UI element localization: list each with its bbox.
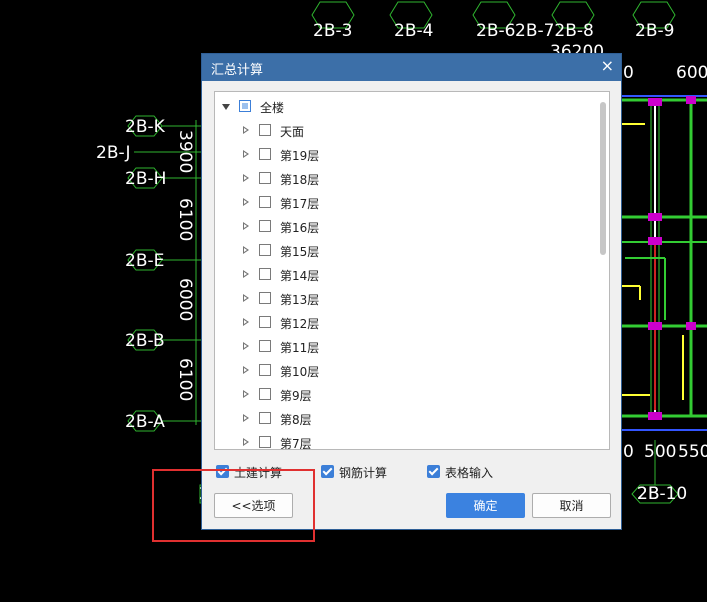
cad-label-2b-7-8: 2B-72B-8: [515, 21, 594, 41]
cad-bottom-dim-c: 550: [678, 442, 707, 462]
floor-checkbox[interactable]: [259, 220, 271, 232]
tree-item[interactable]: 第9层: [215, 384, 595, 408]
cad-label-2b-3: 2B-3: [313, 21, 352, 41]
tree-item[interactable]: 第16层: [215, 216, 595, 240]
checked-checkbox[interactable]: [321, 465, 334, 478]
tree-item[interactable]: 第12层: [215, 312, 595, 336]
floor-checkbox[interactable]: [259, 316, 271, 328]
expand-arrow-icon[interactable]: [243, 342, 249, 350]
cad-label-2b-j: 2B-J: [96, 143, 131, 163]
cad-bottom-dim-a: 0: [623, 442, 634, 462]
tree-item[interactable]: 第13层: [215, 288, 595, 312]
floor-checkbox[interactable]: [259, 412, 271, 424]
floor-label: 第19层: [280, 149, 320, 163]
cad-dim-6000: 6000: [175, 278, 195, 321]
expand-arrow-icon[interactable]: [243, 390, 249, 398]
cad-label-2b-6: 2B-6: [476, 21, 515, 41]
dialog-title: 汇总计算: [211, 63, 264, 78]
cad-label-2b-e: 2B-E: [125, 251, 164, 271]
expand-arrow-icon[interactable]: [243, 174, 249, 182]
floor-tree[interactable]: 全楼 天面 第19层 第18层 第17层 第16层 第15层 第14层 第13层…: [214, 91, 610, 450]
floor-label: 天面: [280, 125, 305, 139]
tree-root-row[interactable]: 全楼: [215, 96, 595, 120]
cad-label-2b-h: 2B-H: [125, 169, 166, 189]
tree-item[interactable]: 第19层: [215, 144, 595, 168]
floor-label: 第12层: [280, 317, 320, 331]
floor-label: 第17层: [280, 197, 320, 211]
floor-checkbox[interactable]: [259, 148, 271, 160]
expand-arrow-icon[interactable]: [243, 366, 249, 374]
expand-arrow-icon[interactable]: [243, 222, 249, 230]
summary-calc-dialog: 汇总计算 × 全楼 天面 第19层 第18层 第17层 第16层 第15层 第1…: [201, 53, 622, 530]
tree-item[interactable]: 天面: [215, 120, 595, 144]
expand-arrow-icon[interactable]: [243, 294, 249, 302]
tree-item[interactable]: 第15层: [215, 240, 595, 264]
floor-label: 第13层: [280, 293, 320, 307]
expand-arrow-icon[interactable]: [243, 150, 249, 158]
expand-arrow-icon[interactable]: [243, 318, 249, 326]
floor-label: 第18层: [280, 173, 320, 187]
floor-checkbox[interactable]: [259, 124, 271, 136]
tree-item[interactable]: 第10层: [215, 360, 595, 384]
option-label: 钢筋计算: [339, 466, 388, 480]
tree-item[interactable]: 第8层: [215, 408, 595, 432]
cad-label-2b-9: 2B-9: [635, 21, 674, 41]
tree-item[interactable]: 第11层: [215, 336, 595, 360]
close-icon[interactable]: ×: [601, 57, 614, 75]
tree-item[interactable]: 第17层: [215, 192, 595, 216]
floor-label: 第8层: [280, 413, 312, 427]
expand-arrow-icon[interactable]: [243, 246, 249, 254]
floor-label: 第9层: [280, 389, 312, 403]
floor-label: 第11层: [280, 341, 320, 355]
floor-checkbox[interactable]: [259, 436, 271, 448]
cad-label-2b-4: 2B-4: [394, 21, 433, 41]
floor-checkbox[interactable]: [259, 364, 271, 376]
cad-label-2b-b: 2B-B: [125, 331, 165, 351]
cad-label-2b-a: 2B-A: [125, 412, 165, 432]
floor-checkbox[interactable]: [259, 196, 271, 208]
cad-right-dim-b: 6000: [676, 63, 707, 83]
cad-label-2b-k: 2B-K: [125, 117, 166, 137]
cad-dim-6100-a: 6100: [175, 198, 195, 241]
checked-checkbox[interactable]: [427, 465, 440, 478]
tree-item[interactable]: 第18层: [215, 168, 595, 192]
floor-checkbox[interactable]: [259, 172, 271, 184]
floor-checkbox[interactable]: [259, 292, 271, 304]
cancel-button[interactable]: 取消: [532, 493, 611, 518]
collapse-arrow-icon[interactable]: [222, 104, 230, 110]
floor-label: 第10层: [280, 365, 320, 379]
expand-arrow-icon[interactable]: [243, 270, 249, 278]
cad-bottom-dim-b: 500: [644, 442, 676, 462]
highlight-box: [152, 469, 315, 542]
expand-arrow-icon[interactable]: [243, 126, 249, 134]
cad-dim-6100-b: 6100: [175, 358, 195, 401]
floor-label: 第7层: [280, 437, 312, 450]
option-label: 表格输入: [445, 466, 494, 480]
expand-arrow-icon[interactable]: [243, 198, 249, 206]
expand-arrow-icon[interactable]: [243, 414, 249, 422]
floor-checkbox[interactable]: [259, 244, 271, 256]
floor-checkbox[interactable]: [259, 340, 271, 352]
dialog-titlebar[interactable]: 汇总计算 ×: [202, 54, 621, 81]
tree-root-label: 全楼: [260, 101, 285, 115]
expand-arrow-icon[interactable]: [243, 438, 249, 446]
tree-item[interactable]: 第7层: [215, 432, 595, 450]
cad-bottom-label-overlap: 2B: [637, 484, 659, 504]
cad-dim-3900: 3900: [175, 130, 195, 173]
tree-scrollbar[interactable]: [600, 102, 606, 255]
floor-label: 第15层: [280, 245, 320, 259]
cad-right-dim-a: 0: [623, 63, 634, 83]
floor-label: 第14层: [280, 269, 320, 283]
tree-item[interactable]: 第14层: [215, 264, 595, 288]
floor-label: 第16层: [280, 221, 320, 235]
partial-checkbox[interactable]: [239, 100, 251, 112]
floor-checkbox[interactable]: [259, 388, 271, 400]
floor-checkbox[interactable]: [259, 268, 271, 280]
ok-button[interactable]: 确定: [446, 493, 525, 518]
